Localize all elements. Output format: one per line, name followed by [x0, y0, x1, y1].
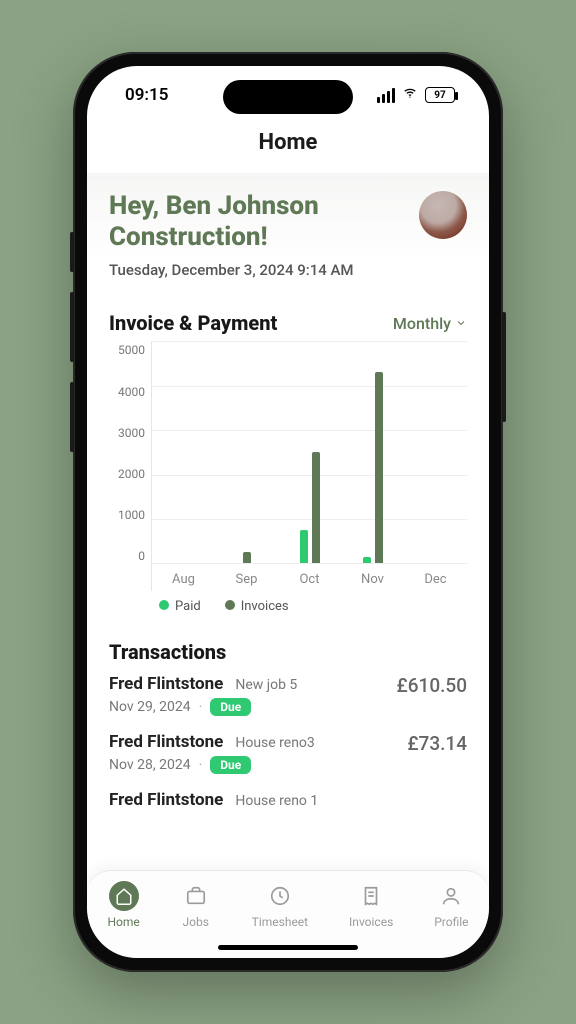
transaction-amount: £73.14 [407, 732, 467, 755]
home-icon [109, 881, 139, 911]
transaction-date: Nov 28, 2024 [109, 757, 191, 773]
nav-label: Home [107, 915, 139, 929]
transaction-job: House reno 1 [235, 793, 318, 809]
transaction-name: Fred Flintstone [109, 674, 223, 694]
battery-icon: 97 [425, 87, 455, 103]
nav-label: Profile [434, 915, 468, 929]
side-button [70, 382, 74, 452]
chart-plot: AugSepOctNovDec [151, 341, 467, 591]
chart-section-title: Invoice & Payment [109, 311, 277, 335]
status-indicators: 97 [377, 85, 455, 105]
bar-invoices [312, 452, 320, 563]
chart-y-axis: 500040003000200010000 [109, 341, 151, 591]
transaction-row[interactable]: Fred Flintstone House reno3 Nov 28, 2024… [109, 732, 467, 774]
bar-invoices [243, 552, 251, 563]
greeting-datetime: Tuesday, December 3, 2024 9:14 AM [109, 261, 389, 279]
transaction-row[interactable]: Fred Flintstone House reno 1 [109, 790, 467, 810]
transaction-info: Fred Flintstone House reno3 Nov 28, 2024… [109, 732, 315, 774]
bar-paid [363, 557, 371, 564]
chart-columns [152, 341, 467, 563]
status-badge: Due [210, 698, 251, 716]
avatar[interactable] [419, 191, 467, 239]
transaction-job: House reno3 [235, 735, 314, 751]
jobs-icon [181, 881, 211, 911]
nav-item-jobs[interactable]: Jobs [181, 881, 211, 929]
wifi-icon [401, 85, 419, 105]
greeting-block: Hey, Ben Johnson Construction! Tuesday, … [109, 191, 389, 279]
greeting-text: Hey, Ben Johnson Construction! [109, 191, 389, 253]
notch [223, 80, 353, 114]
x-label: Sep [215, 572, 278, 587]
period-select[interactable]: Monthly [393, 314, 467, 333]
invoices-icon [356, 881, 386, 911]
greeting-row: Hey, Ben Johnson Construction! Tuesday, … [109, 173, 467, 279]
transaction-row[interactable]: Fred Flintstone New job 5 Nov 29, 2024 ·… [109, 674, 467, 716]
x-label: Oct [278, 572, 341, 587]
nav-label: Timesheet [252, 915, 308, 929]
status-badge: Due [210, 756, 251, 774]
chart-column [341, 341, 404, 563]
nav-item-invoices[interactable]: Invoices [349, 881, 393, 929]
x-label: Dec [404, 572, 467, 587]
side-button [70, 292, 74, 362]
nav-item-home[interactable]: Home [107, 881, 139, 929]
side-button [502, 312, 506, 422]
transaction-name: Fred Flintstone [109, 790, 223, 810]
timesheet-icon [265, 881, 295, 911]
phone-frame: 09:15 97 Home Hey, Ben Johnson Construct… [73, 52, 503, 972]
status-time: 09:15 [125, 85, 168, 105]
legend-paid: Paid [159, 599, 201, 614]
nav-label: Jobs [183, 915, 209, 929]
transaction-info: Fred Flintstone House reno 1 [109, 790, 318, 810]
nav-label: Invoices [349, 915, 393, 929]
screen: 09:15 97 Home Hey, Ben Johnson Construct… [87, 66, 489, 958]
legend-invoices: Invoices [225, 599, 289, 614]
profile-icon [436, 881, 466, 911]
x-label: Aug [152, 572, 215, 587]
transaction-date: Nov 29, 2024 [109, 699, 191, 715]
side-button [70, 232, 74, 272]
chart-column [215, 341, 278, 563]
transaction-name: Fred Flintstone [109, 732, 223, 752]
chart: 500040003000200010000 AugSepOctNovDec [109, 341, 467, 591]
chart-x-axis: AugSepOctNovDec [152, 572, 467, 587]
chart-column [404, 341, 467, 563]
chart-legend: Paid Invoices [109, 591, 467, 614]
x-label: Nov [341, 572, 404, 587]
bar-paid [300, 530, 308, 563]
transactions-list: Fred Flintstone New job 5 Nov 29, 2024 ·… [109, 674, 467, 810]
period-label: Monthly [393, 314, 451, 333]
nav-item-profile[interactable]: Profile [434, 881, 468, 929]
home-indicator[interactable] [218, 945, 358, 950]
page-title: Home [87, 124, 489, 173]
chart-column [152, 341, 215, 563]
chart-section-head: Invoice & Payment Monthly [109, 311, 467, 335]
content: Hey, Ben Johnson Construction! Tuesday, … [87, 173, 489, 873]
transaction-info: Fred Flintstone New job 5 Nov 29, 2024 ·… [109, 674, 297, 716]
transactions-title: Transactions [109, 640, 467, 664]
transaction-job: New job 5 [235, 677, 297, 693]
chevron-down-icon [455, 317, 467, 329]
nav-item-timesheet[interactable]: Timesheet [252, 881, 308, 929]
chart-column [278, 341, 341, 563]
bar-invoices [375, 372, 383, 563]
transaction-amount: £610.50 [397, 674, 467, 697]
cellular-icon [377, 88, 395, 103]
